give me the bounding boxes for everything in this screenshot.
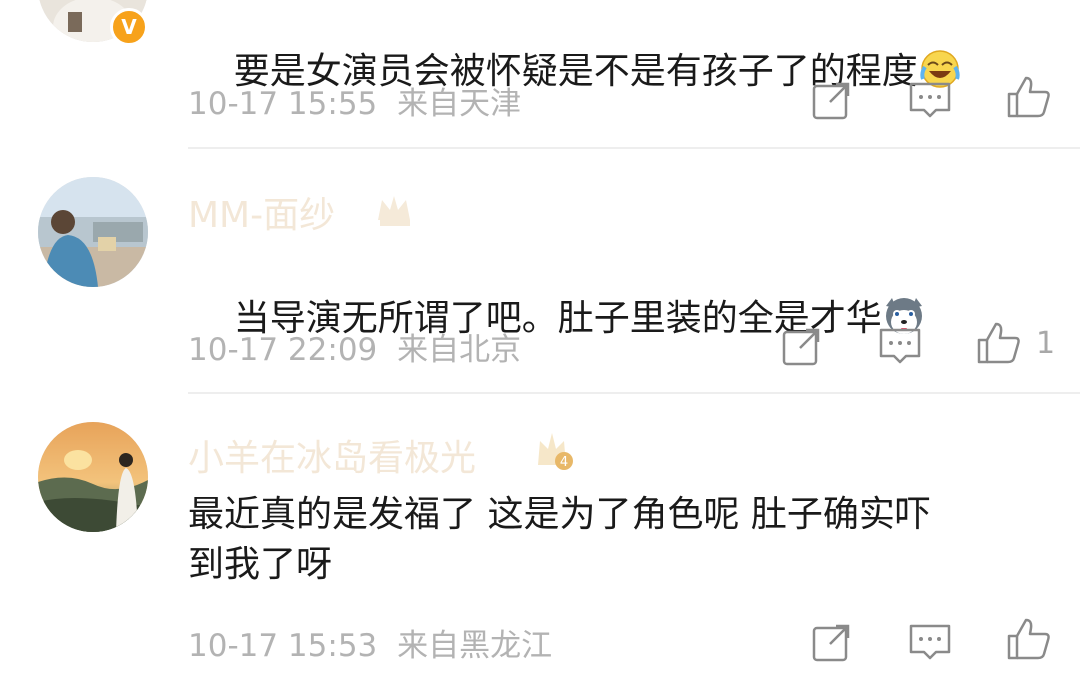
avatar[interactable] [38, 422, 148, 532]
reply-icon[interactable] [878, 324, 922, 368]
divider [188, 147, 1080, 149]
share-icon[interactable] [810, 78, 854, 122]
like-icon[interactable] [1006, 616, 1050, 660]
comment-location: 来自北京 [397, 332, 522, 368]
comment-location: 来自黑龙江 [397, 628, 553, 664]
comment-meta: 10-17 15:53 来自黑龙江 [188, 620, 552, 665]
comment-date: 10-17 22:09 [188, 332, 378, 368]
comment-text: 最近真的是发福了 这是为了角色呢 肚子确实吓 到我了呀 [188, 494, 931, 585]
comment-text: 要是女演员会被怀疑是不是有孩子了的程度 [188, 0, 1058, 147]
comment-2: MM-面纱 当导演无所谓了吧。肚子里装的全是才华 10-17 22:09 来自北… [0, 150, 1080, 395]
like-count: 1 [1036, 326, 1056, 361]
comment-meta: 10-17 22:09 来自北京 [188, 324, 521, 369]
like-icon[interactable] [976, 320, 1020, 364]
share-icon[interactable] [810, 620, 854, 664]
comment-location: 来自天津 [397, 86, 522, 122]
like-icon[interactable] [1006, 74, 1050, 118]
comment-meta: 10-17 15:55 来自天津 [188, 78, 521, 123]
divider [188, 392, 1080, 394]
comment-date: 10-17 15:55 [188, 86, 378, 122]
verified-badge-icon: V [110, 8, 148, 46]
username[interactable]: 小羊在冰岛看极光 [188, 429, 476, 481]
comment-1: V 要是女演员会被怀疑是不是有孩子了的程度 10-17 15:55 来自天津 [0, 0, 1080, 150]
comment-text: 当导演无所谓了吧。肚子里装的全是才华 [188, 244, 1058, 394]
level-number: 4 [560, 455, 568, 470]
reply-icon[interactable] [908, 620, 952, 664]
reply-icon[interactable] [908, 78, 952, 122]
share-icon[interactable] [780, 324, 824, 368]
crown-level-icon [372, 188, 416, 232]
avatar[interactable] [38, 177, 148, 287]
comment-3: 小羊在冰岛看极光 4 最近真的是发福了 这是为了角色呢 肚子确实吓 到我了呀 1… [0, 395, 1080, 692]
comment-date: 10-17 15:53 [188, 628, 378, 664]
level-badge-icon: 4 [530, 429, 574, 473]
username[interactable]: MM-面纱 [188, 186, 335, 238]
